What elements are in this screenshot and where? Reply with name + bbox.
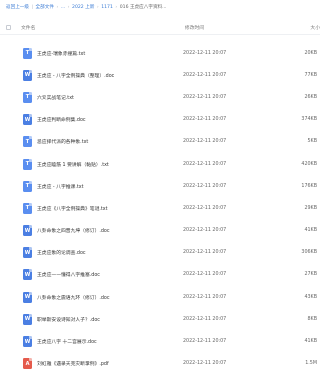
txt-file-icon: T — [23, 47, 32, 59]
file-size: 27KB — [304, 272, 317, 278]
file-modified-date: 2022-12-11 20:07 — [183, 94, 227, 100]
file-size: 176KB — [301, 183, 317, 189]
file-list: T 王虎应-瑞象赤撞篇.txt 2022-12-11 20:07 20KB W 王虎应 -… — [0, 42, 320, 375]
file-name[interactable]: 王虎应 - 八字全例操典（整理）.doc — [37, 72, 183, 79]
file-name[interactable]: 王虎应-瑞象赤撞篇.txt — [37, 50, 183, 57]
file-row[interactable]: W 王虎应 - 八字全例操典（整理）.doc 2022-12-11 20:07 77K… — [0, 64, 320, 86]
doc-file-icon: W — [23, 247, 32, 259]
file-modified-date: 2022-12-11 20:07 — [183, 50, 227, 56]
file-row[interactable]: W 八卦命象之四晋九坤（修订）.doc 2022-12-11 20:07 41KB — [0, 220, 320, 242]
doc-file-icon: W — [23, 313, 32, 325]
file-modified-date: 2022-12-11 20:07 — [183, 272, 227, 278]
column-header-size[interactable]: 大小 — [280, 24, 320, 31]
file-name[interactable]: 王虎应——懂得八字推塞.doc — [37, 271, 183, 278]
breadcrumb-all-files-link[interactable]: 全部文件 — [36, 4, 54, 10]
file-size: 26KB — [304, 94, 317, 100]
doc-file-icon: W — [23, 114, 32, 126]
file-modified-date: 2022-12-11 20:07 — [183, 117, 227, 123]
file-name[interactable]: 六爻实战笔记.txt — [37, 94, 183, 101]
breadcrumb-folder-link[interactable]: 2022 上新 — [72, 4, 94, 10]
chevron-right-icon: › — [67, 4, 70, 10]
chevron-right-icon: › — [115, 4, 118, 10]
breadcrumb-ellipsis[interactable]: ... — [61, 5, 65, 10]
file-modified-date: 2022-12-11 20:07 — [183, 72, 227, 78]
doc-file-icon: W — [23, 291, 32, 303]
file-row[interactable]: T 六爻实战笔记.txt 2022-12-11 20:07 26KB — [0, 86, 320, 108]
file-row[interactable]: W 王虎应判断命例集.doc 2022-12-11 20:07 374KB — [0, 109, 320, 131]
file-modified-date: 2022-12-11 20:07 — [183, 183, 227, 189]
breadcrumb-folder-link[interactable]: 1171 — [101, 5, 113, 10]
file-size: 1.5M — [305, 361, 317, 367]
column-header-date[interactable]: 修改时间 — [185, 24, 280, 31]
pdf-file-icon: A — [23, 358, 32, 370]
file-modified-date: 2022-12-11 20:07 — [183, 294, 227, 300]
file-modified-date: 2022-12-11 20:07 — [183, 139, 227, 145]
file-modified-date: 2022-12-11 20:07 — [183, 339, 227, 345]
file-size: 43KB — [304, 294, 317, 300]
file-row[interactable]: W 王虎应八字 十二宫展示.doc 2022-12-11 20:07 41KB — [0, 330, 320, 352]
file-size: 41KB — [304, 228, 317, 234]
breadcrumb-separator: | — [31, 4, 34, 10]
doc-file-icon: W — [23, 269, 32, 281]
file-name[interactable]: 王虎应判断命例集.doc — [37, 116, 183, 123]
file-name[interactable]: 忌应择代派的各种象.txt — [37, 138, 183, 145]
breadcrumb-back-link[interactable]: 返回上一级 — [6, 4, 29, 10]
doc-file-icon: W — [23, 69, 32, 81]
file-size: 8KB — [307, 316, 318, 322]
doc-file-icon: W — [23, 336, 32, 348]
file-modified-date: 2022-12-11 20:07 — [183, 205, 227, 211]
file-row[interactable]: A 刘虹雅《遇录天克灾断掌例》.pdf 2022-12-11 20:07 1.5M — [0, 353, 320, 375]
file-row[interactable]: T 王虎应-瑞象赤撞篇.txt 2022-12-11 20:07 20KB — [0, 42, 320, 64]
file-row[interactable]: W 职举斯安设诗知对人子？.doc 2022-12-11 20:07 8KB — [0, 308, 320, 330]
file-list-header: 文件名 修改时间 大小 — [0, 20, 320, 35]
file-size: 306KB — [301, 250, 317, 256]
file-name[interactable]: 王虎应八字 十二宫展示.doc — [37, 338, 183, 345]
txt-file-icon: T — [23, 91, 32, 103]
file-row[interactable]: T 王虎应瞌筋 1 要讲解（黏贴）.txt 2022-12-11 20:07 420K… — [0, 153, 320, 175]
file-name[interactable]: 王虎应 - 八字推课.txt — [37, 183, 183, 190]
select-all-checkbox[interactable] — [6, 24, 11, 30]
file-row[interactable]: T 王虎应《八字全例操典》笔谜.txt 2022-12-11 20:07 29KB — [0, 197, 320, 219]
file-modified-date: 2022-12-11 20:07 — [183, 161, 227, 167]
file-name[interactable]: 职举斯安设诗知对人子？.doc — [37, 316, 183, 323]
file-name[interactable]: 八卦命象之四晋九坤（修订）.doc — [37, 227, 183, 234]
breadcrumb: 返回上一级 | 全部文件 › ... › 2022 上新 › 1171 › 01… — [0, 0, 320, 14]
file-size: 5KB — [307, 139, 318, 145]
breadcrumb-current: 016 王虎应八字资料... — [119, 5, 167, 10]
file-row[interactable]: W 八卦命象之震语九环（修订）.doc 2022-12-11 20:07 43KB — [0, 286, 320, 308]
txt-file-icon: T — [23, 136, 32, 148]
file-size: 20KB — [304, 50, 317, 56]
file-size: 420KB — [301, 161, 317, 167]
file-size: 41KB — [304, 339, 317, 345]
file-row[interactable]: T 忌应择代派的各种象.txt 2022-12-11 20:07 5KB — [0, 131, 320, 153]
file-name[interactable]: 王虎应《八字全例操典》笔谜.txt — [37, 205, 183, 212]
file-modified-date: 2022-12-11 20:07 — [183, 361, 227, 367]
doc-file-icon: W — [23, 225, 32, 237]
txt-file-icon: T — [23, 180, 32, 192]
column-header-name[interactable]: 文件名 — [21, 24, 185, 31]
file-modified-date: 2022-12-11 20:07 — [183, 228, 227, 234]
txt-file-icon: T — [23, 202, 32, 214]
file-modified-date: 2022-12-11 20:07 — [183, 316, 227, 322]
txt-file-icon: T — [23, 158, 32, 170]
file-modified-date: 2022-12-11 20:07 — [183, 250, 227, 256]
file-name[interactable]: 刘虹雅《遇录天克灾断掌例》.pdf — [37, 360, 183, 367]
file-size: 77KB — [304, 72, 317, 78]
file-row[interactable]: W 王虎应象的论调查.doc 2022-12-11 20:07 306KB — [0, 242, 320, 264]
file-name[interactable]: 八卦命象之震语九环（修订）.doc — [37, 294, 183, 301]
file-row[interactable]: T 王虎应 - 八字推课.txt 2022-12-11 20:07 176KB — [0, 175, 320, 197]
chevron-right-icon: › — [56, 4, 59, 10]
chevron-right-icon: › — [96, 4, 99, 10]
file-size: 29KB — [304, 205, 317, 211]
file-size: 374KB — [301, 117, 317, 123]
file-name[interactable]: 王虎应象的论调查.doc — [37, 249, 183, 256]
file-name[interactable]: 王虎应瞌筋 1 要讲解（黏贴）.txt — [37, 161, 183, 168]
file-row[interactable]: W 王虎应——懂得八字推塞.doc 2022-12-11 20:07 27KB — [0, 264, 320, 286]
